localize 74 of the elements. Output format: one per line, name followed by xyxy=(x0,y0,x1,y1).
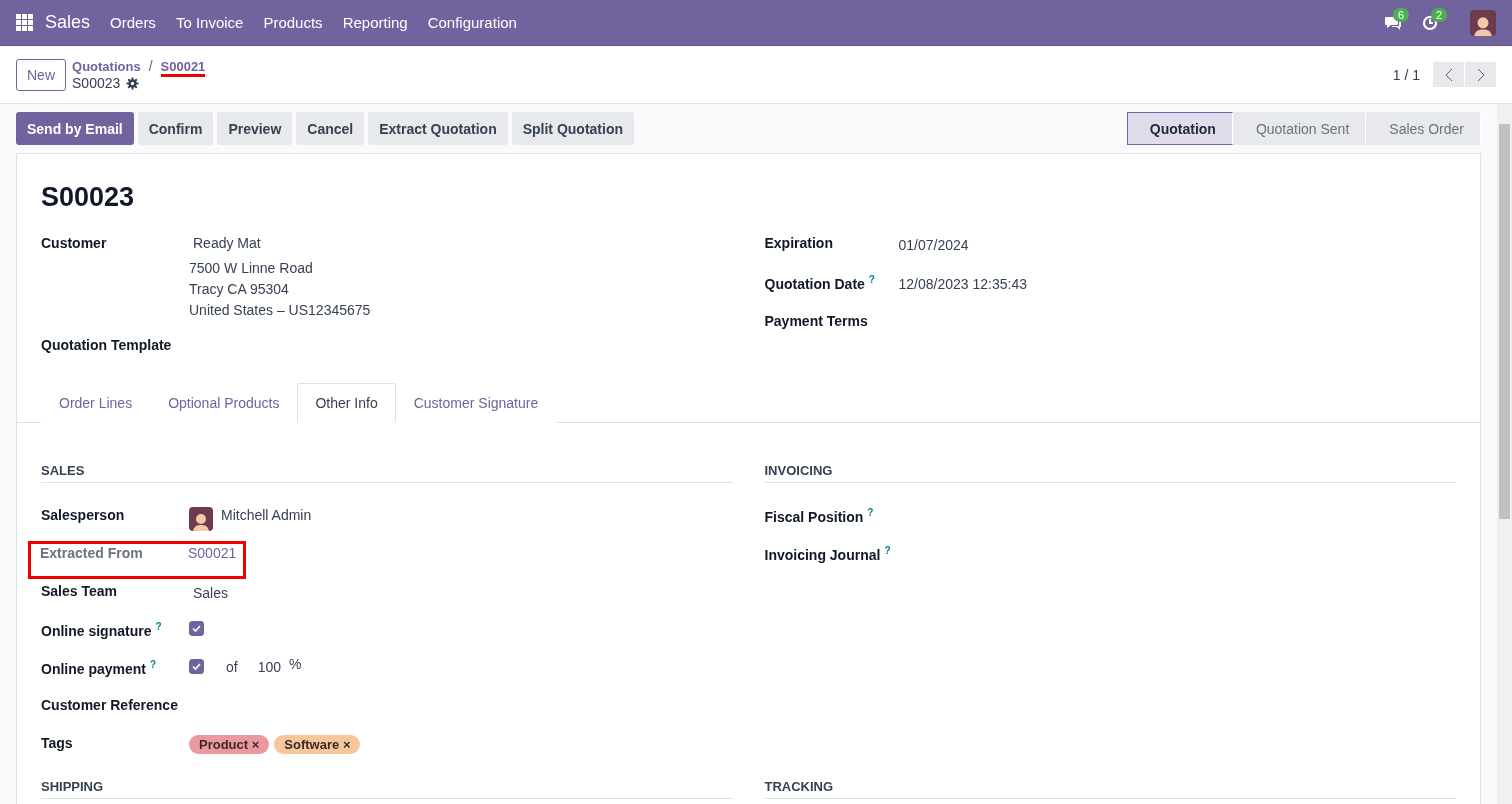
check-icon xyxy=(192,662,201,671)
field-label: Sales Team xyxy=(41,583,118,599)
field-label: Extracted From xyxy=(40,545,144,563)
section-title: SALES xyxy=(41,463,733,483)
breadcrumb-link[interactable]: Quotations xyxy=(72,59,141,74)
tag[interactable]: Product × xyxy=(189,735,270,754)
record-title: S00023 xyxy=(41,182,136,213)
section-title: INVOICING xyxy=(764,463,1456,483)
field-value: Mitchell Admin xyxy=(221,507,312,523)
help-icon[interactable]: ? xyxy=(150,659,157,670)
action-button[interactable]: Confirm xyxy=(137,112,214,145)
action-button[interactable]: Extract Quotation xyxy=(368,112,508,145)
count-badge: 2 xyxy=(1431,7,1448,22)
address-line: United States – US12345675 xyxy=(189,302,371,318)
user-avatar[interactable] xyxy=(1470,9,1496,36)
percent-sign: % xyxy=(289,656,302,672)
field-label: Quotation Template xyxy=(41,337,173,353)
scrollbar[interactable] xyxy=(1497,104,1512,804)
clock-icon[interactable] xyxy=(1422,14,1438,31)
field-label: Quotation Date $^{?}$ xyxy=(764,274,876,292)
address-line: Tracy CA 95304 xyxy=(189,281,290,297)
help-icon[interactable]: ? xyxy=(867,507,874,518)
apps-menu-icon[interactable] xyxy=(16,14,33,31)
field-label: Invoicing Journal $^{?}$ xyxy=(764,545,892,563)
address-line: 7500 W Linne Road xyxy=(189,260,314,276)
action-button[interactable]: Preview xyxy=(217,112,293,145)
checkbox[interactable] xyxy=(189,621,204,636)
field-label: Fiscal Position $^{?}$ xyxy=(764,507,875,525)
field-label: Online signature $^{?}$ xyxy=(41,621,163,639)
menu-item[interactable]: Products xyxy=(263,14,323,31)
check-icon xyxy=(192,624,201,633)
field-value: 01/07/2024 xyxy=(898,237,969,253)
address-line: Ready Mat xyxy=(193,235,262,251)
chevron-right-icon xyxy=(1476,67,1485,82)
field-label: Tags xyxy=(41,735,74,751)
status-stage[interactable]: Quotation Sent xyxy=(1232,112,1367,145)
gear-icon[interactable] xyxy=(126,76,140,90)
pager-value: 1 / 1 xyxy=(1392,66,1420,83)
of-text: of xyxy=(226,659,238,675)
new-button[interactable]: New xyxy=(16,58,66,91)
breadcrumb-link[interactable]: S00021 xyxy=(160,59,206,77)
record-link[interactable]: S00021 xyxy=(188,545,237,579)
help-icon[interactable]: ? xyxy=(884,545,891,556)
tag[interactable]: Software × xyxy=(274,735,361,754)
field-label: Expiration xyxy=(764,235,834,251)
field-label: Customer xyxy=(41,235,108,251)
chevron-left-icon xyxy=(1444,67,1453,82)
action-button[interactable]: Send by Email xyxy=(16,112,134,145)
percentage-value[interactable]: 100 xyxy=(257,659,282,675)
record-name: S00023 xyxy=(72,75,121,91)
action-button[interactable]: Cancel xyxy=(296,112,365,145)
field-value: 12/08/2023 12:35:43 xyxy=(898,276,1027,292)
action-button[interactable]: Split Quotation xyxy=(511,112,635,145)
menu-item[interactable]: Orders xyxy=(110,14,156,31)
menu-item[interactable]: To Invoice xyxy=(175,14,244,31)
help-icon[interactable]: ? xyxy=(868,274,875,285)
menu-item[interactable]: Configuration xyxy=(427,14,517,31)
section-title: SHIPPING xyxy=(41,779,733,799)
tab[interactable]: Other Info xyxy=(297,383,396,423)
avatar xyxy=(189,507,213,531)
field-label: Customer Reference xyxy=(41,697,179,713)
field-label: Salesperson xyxy=(41,507,126,523)
app-name[interactable]: Sales xyxy=(45,12,91,33)
field-value: Sales xyxy=(193,585,229,601)
count-badge: 6 xyxy=(1393,7,1410,22)
menu-item[interactable]: Reporting xyxy=(342,14,408,31)
status-stage[interactable]: Quotation xyxy=(1126,112,1233,145)
checkbox[interactable] xyxy=(189,659,204,674)
field-label: Payment Terms xyxy=(764,313,869,329)
help-icon[interactable]: ? xyxy=(155,621,162,632)
section-title: TRACKING xyxy=(764,779,1456,799)
breadcrumb-separator: / xyxy=(148,58,153,74)
status-stage[interactable]: Sales Order xyxy=(1366,112,1481,145)
field-label: Online payment $^{?}$ xyxy=(41,659,158,677)
